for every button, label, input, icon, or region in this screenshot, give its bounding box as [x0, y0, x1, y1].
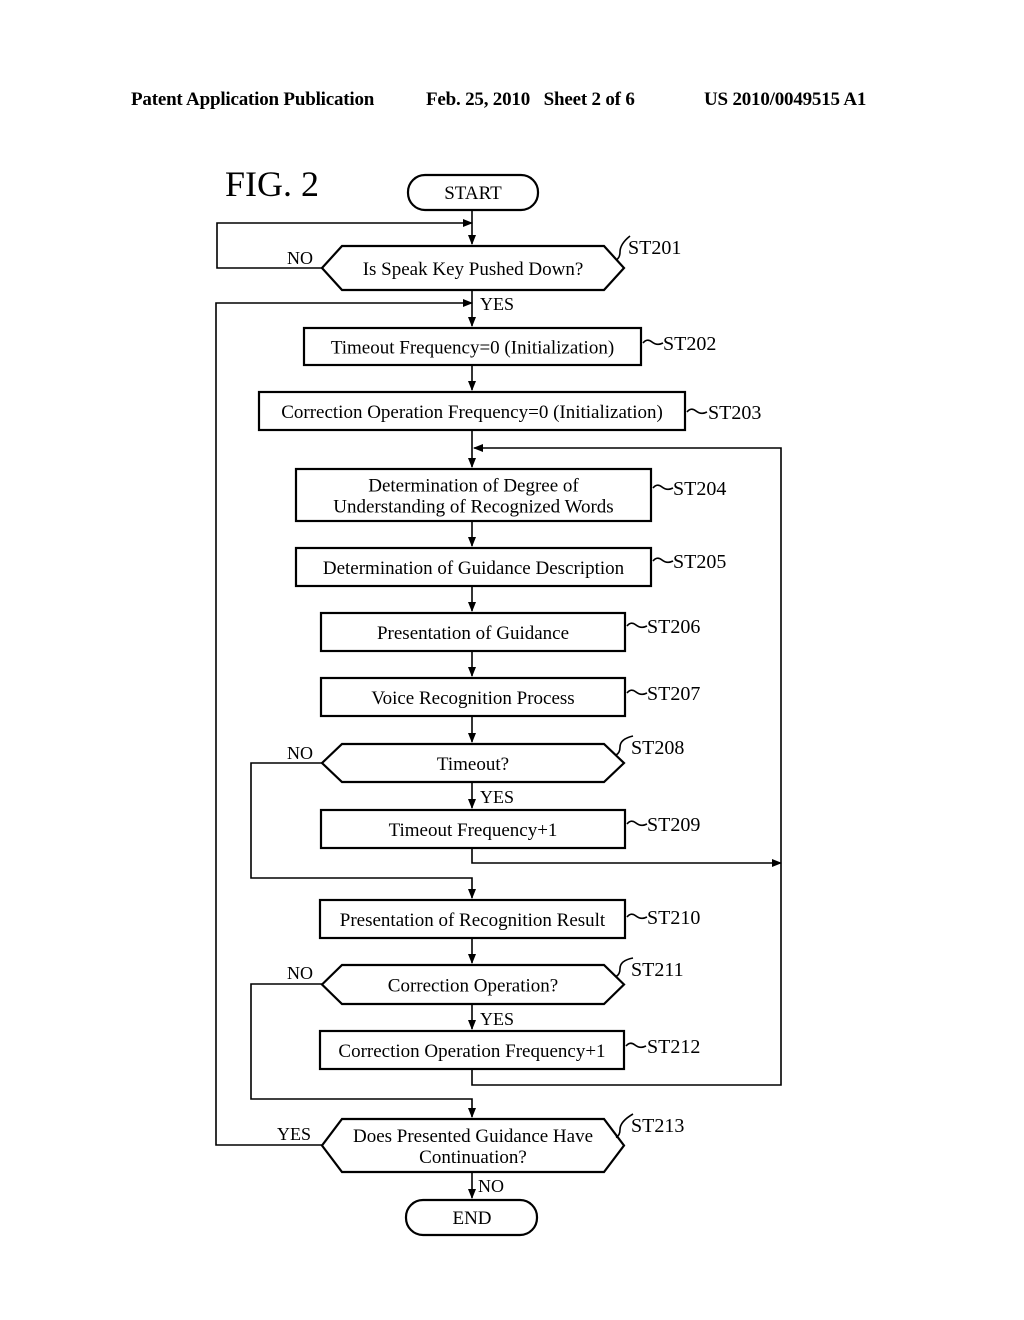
step-text: Correction Operation Frequency+1	[338, 1041, 605, 1062]
step-st202: Timeout Frequency=0 (Initialization) ST20…	[302, 326, 716, 367]
step-text: Continuation?	[419, 1147, 527, 1168]
no-label: NO	[287, 743, 313, 763]
step-st204: Determination of Degree ofUnderstanding …	[294, 467, 726, 523]
leader-line	[626, 622, 648, 629]
st209-return	[471, 848, 782, 867]
leader-line	[686, 408, 708, 415]
leader-line	[626, 820, 648, 827]
step-text: Determination of Guidance Description	[323, 558, 625, 579]
flowchart-nodes: Is Speak Key Pushed Down?ST201NOYESTimeo…	[257, 235, 761, 1196]
step-st208: Timeout? ST208 NO YES	[287, 735, 684, 807]
step-text: Determination of Degree of	[368, 476, 579, 497]
flowchart: FIG. 2 START END Is Speak Key Pushed Dow…	[215, 164, 782, 1237]
leader-line	[626, 913, 648, 920]
no-label: NO	[287, 963, 313, 983]
step-id: ST213	[631, 1115, 684, 1137]
leader-line	[642, 339, 664, 346]
step-text: Is Speak Key Pushed Down?	[363, 259, 584, 280]
step-st206: Presentation of Guidance ST206	[319, 611, 700, 653]
step-text: Understanding of Recognized Words	[333, 497, 613, 518]
step-text: Presentation of Recognition Result	[340, 910, 606, 931]
figure-label: FIG. 2	[225, 164, 319, 204]
step-st213: Does Presented Guidance HaveContinuation…	[277, 1113, 684, 1196]
step-id: ST211	[631, 959, 684, 981]
step-st205: Determination of Guidance Description ST2…	[294, 546, 726, 588]
step-st203: Correction Operation Frequency=0 (Initia…	[257, 390, 761, 432]
yes-label: YES	[277, 1124, 311, 1144]
step-st212: Correction Operation Frequency+1 ST212	[318, 1029, 700, 1071]
yes-label: YES	[480, 1009, 514, 1029]
step-id: ST202	[663, 333, 716, 355]
step-st210: Presentation of Recognition Result ST210	[318, 898, 700, 940]
step-st207: Voice Recognition Process ST207	[319, 676, 700, 718]
start-label: START	[444, 183, 502, 204]
yes-label: YES	[480, 294, 514, 314]
end-label: END	[452, 1208, 491, 1229]
step-id: ST209	[647, 814, 700, 836]
step-text: Timeout?	[437, 754, 509, 775]
leader-line	[625, 1042, 647, 1049]
step-id: ST205	[673, 551, 726, 573]
step-id: ST204	[673, 478, 726, 500]
start-terminal: START	[406, 173, 540, 212]
step-text: Voice Recognition Process	[371, 688, 574, 709]
step-id: ST207	[647, 683, 700, 705]
no-label: NO	[478, 1176, 504, 1196]
no-label: NO	[287, 248, 313, 268]
step-text: Timeout Frequency+1	[389, 820, 558, 841]
step-st211: Correction Operation? ST211 NO YES	[287, 957, 684, 1029]
leader-line	[626, 689, 648, 696]
step-text: Timeout Frequency=0 (Initialization)	[331, 338, 614, 359]
step-id: ST212	[647, 1036, 700, 1058]
step-id: ST208	[631, 737, 684, 759]
step-id: ST206	[647, 616, 700, 638]
leader-line	[652, 484, 674, 491]
leader-line	[652, 557, 674, 564]
step-text: Correction Operation Frequency=0 (Initia…	[281, 402, 663, 423]
step-st209: Timeout Frequency+1 ST209	[319, 808, 700, 850]
step-id: ST201	[628, 237, 681, 259]
step-text: Does Presented Guidance Have	[353, 1126, 593, 1147]
end-terminal: END	[404, 1198, 539, 1237]
yes-label: YES	[480, 787, 514, 807]
step-text: Presentation of Guidance	[377, 623, 569, 644]
step-text: Correction Operation?	[388, 976, 558, 997]
step-id: ST210	[647, 907, 700, 929]
step-id: ST203	[708, 402, 761, 424]
